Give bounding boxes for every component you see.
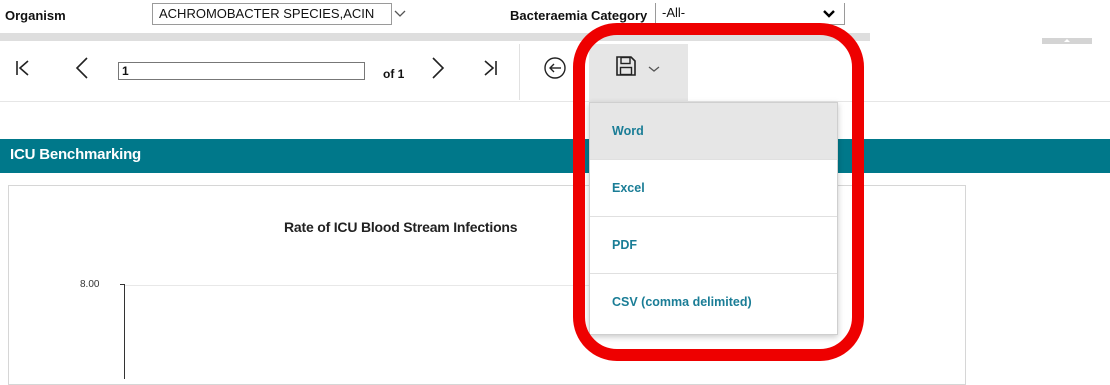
y-tick-label: 8.00 (80, 279, 100, 290)
report-title: ICU Benchmarking (10, 146, 141, 163)
chart-title: Rate of ICU Blood Stream Infections (284, 219, 518, 235)
page-number-value: 1 (122, 64, 129, 78)
export-menu-item-pdf[interactable]: PDF (590, 217, 837, 273)
bacteraemia-category-select[interactable]: -All- (655, 3, 845, 25)
last-page-icon[interactable] (482, 58, 498, 78)
bacteraemia-chevron-down-icon[interactable] (822, 9, 836, 19)
parameter-collapse-button[interactable] (1042, 38, 1092, 44)
bacteraemia-category-value: -All- (662, 5, 686, 20)
next-page-icon[interactable] (430, 56, 446, 80)
export-menu-item-word[interactable]: Word (590, 103, 837, 159)
organism-label: Organism (5, 8, 66, 23)
organism-select[interactable]: ACHROMOBACTER SPECIES,ACIN (152, 3, 392, 25)
y-axis-line (124, 284, 125, 379)
export-menu: Word Excel PDF CSV (comma delimited) (589, 102, 838, 335)
export-menu-item-csv[interactable]: CSV (comma delimited) (590, 274, 837, 330)
page-count-label: of 1 (383, 67, 405, 81)
organism-chevron-down-icon[interactable] (393, 9, 407, 19)
export-menu-item-excel[interactable]: Excel (590, 160, 837, 216)
previous-page-icon[interactable] (74, 56, 90, 80)
toolbar-divider (0, 101, 1110, 102)
report-header-band (0, 139, 1110, 173)
organism-select-value: ACHROMOBACTER SPECIES,ACIN (159, 6, 375, 21)
bacteraemia-category-label: Bacteraemia Category (510, 8, 648, 23)
export-chevron-down-icon (648, 66, 660, 72)
export-button[interactable] (589, 44, 688, 102)
back-to-parent-icon[interactable] (543, 56, 567, 80)
parameter-area-bottom (0, 33, 870, 41)
save-floppy-icon (616, 56, 636, 76)
toolbar-separator (519, 44, 520, 100)
first-page-icon[interactable] (15, 58, 31, 78)
page-number-input[interactable]: 1 (118, 62, 365, 80)
chart-gridline (125, 285, 595, 286)
